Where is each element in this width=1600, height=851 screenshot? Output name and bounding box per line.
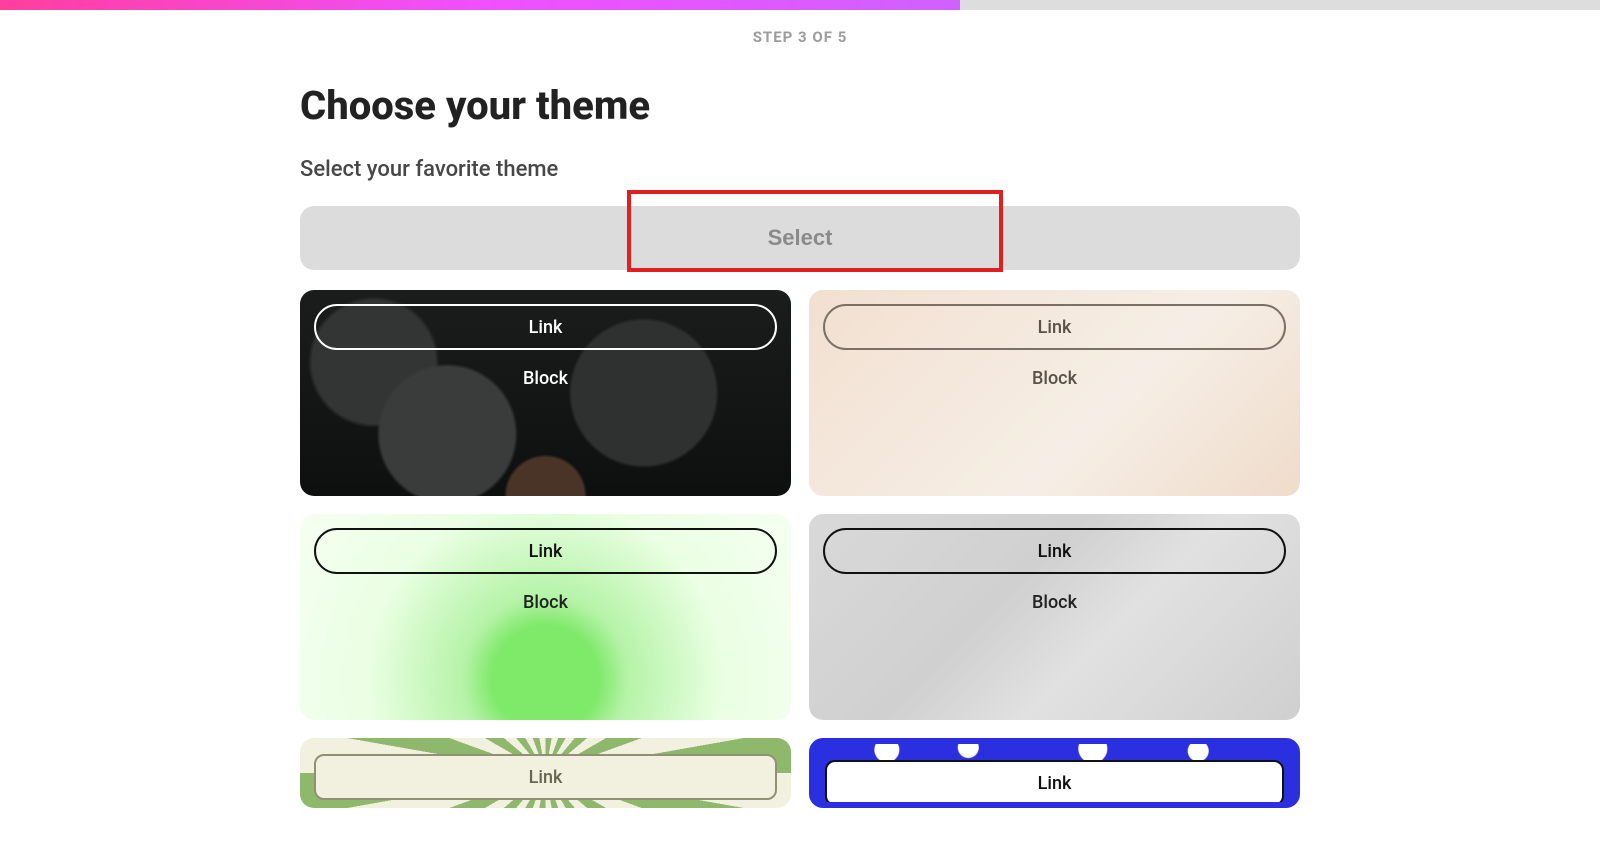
main-container: Choose your theme Select your favorite t… [300,82,1300,808]
theme-card-beige-soft[interactable]: Link Block [809,290,1300,496]
step-indicator: STEP 3 OF 5 [0,28,1600,46]
progress-track [0,0,1600,10]
theme-link-preview: Link [314,304,777,350]
theme-card-dark-bokeh[interactable]: Link Block [300,290,791,496]
theme-grid: Link Block Link Block Link Block Link Bl… [300,290,1300,808]
theme-card-retro-sunburst[interactable]: Link [300,738,791,808]
theme-block-preview: Block [314,592,777,613]
theme-link-preview: Link [314,528,777,574]
theme-link-preview: Link [823,304,1286,350]
progress-fill [0,0,960,10]
theme-card-grey-paper[interactable]: Link Block [809,514,1300,720]
theme-link-preview: Link [314,754,777,800]
theme-link-preview: Link [825,760,1284,806]
theme-block-preview: Block [823,368,1286,389]
theme-card-blue-daisies[interactable]: Link [809,738,1300,808]
select-button[interactable]: Select [300,206,1300,270]
theme-link-preview: Link [823,528,1286,574]
select-button-wrap: Select [300,206,1300,270]
theme-block-preview: Block [823,592,1286,613]
page-subtitle: Select your favorite theme [300,157,1300,182]
theme-block-preview: Block [314,368,777,389]
page-title: Choose your theme [300,82,1300,129]
theme-card-green-glow[interactable]: Link Block [300,514,791,720]
